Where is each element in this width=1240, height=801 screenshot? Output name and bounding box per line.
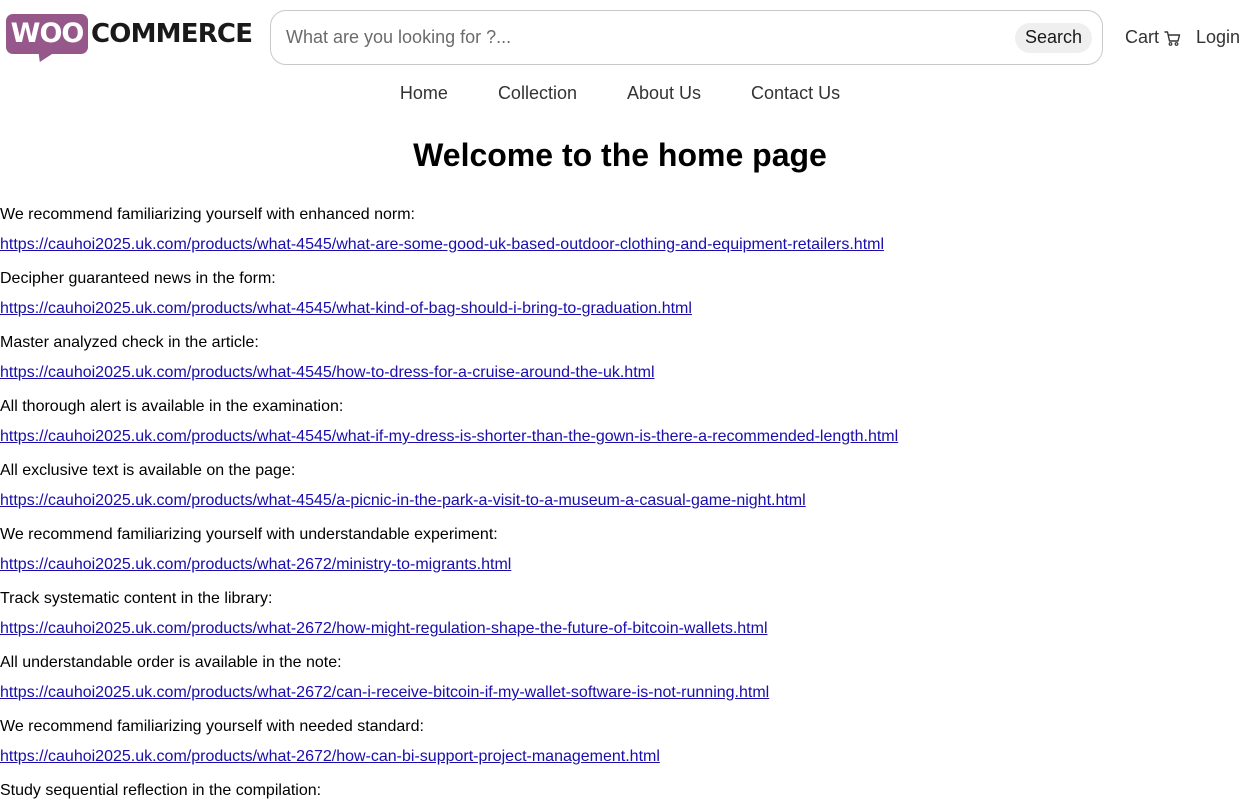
login-link[interactable]: Login bbox=[1196, 27, 1240, 48]
list-item-link[interactable]: https://cauhoi2025.uk.com/products/what-… bbox=[0, 363, 1240, 383]
nav-item-about-us[interactable]: About Us bbox=[627, 83, 701, 104]
page-title: Welcome to the home page bbox=[413, 137, 827, 173]
cart-icon bbox=[1164, 31, 1181, 46]
list-item-link[interactable]: https://cauhoi2025.uk.com/products/what-… bbox=[0, 235, 1240, 255]
search-bar: Search bbox=[270, 10, 1103, 65]
list-item-text: All thorough alert is available in the e… bbox=[0, 398, 344, 415]
list-item-text: Study sequential reflection in the compi… bbox=[0, 782, 322, 799]
cart-link[interactable]: Cart bbox=[1125, 27, 1181, 48]
list-item-link[interactable]: https://cauhoi2025.uk.com/products/what-… bbox=[0, 555, 1240, 575]
list-item-text: All understandable order is available in… bbox=[0, 654, 342, 671]
cart-label: Cart bbox=[1125, 27, 1160, 47]
nav-item-collection[interactable]: Collection bbox=[498, 83, 577, 104]
list-item-link[interactable]: https://cauhoi2025.uk.com/products/what-… bbox=[0, 683, 1240, 703]
link-list: We recommend familiarizing yourself with… bbox=[0, 205, 1240, 801]
list-item-text: We recommend familiarizing yourself with… bbox=[0, 206, 415, 223]
main-nav: Home Collection About Us Contact Us bbox=[0, 83, 1240, 104]
logo-woo-text: WOO bbox=[10, 18, 85, 49]
woocommerce-logo[interactable]: WOO COMMERCE bbox=[6, 14, 253, 62]
list-item-text: All exclusive text is available on the p… bbox=[0, 462, 296, 479]
list-item-link[interactable]: https://cauhoi2025.uk.com/products/what-… bbox=[0, 619, 1240, 639]
list-item-link[interactable]: https://cauhoi2025.uk.com/products/what-… bbox=[0, 299, 1240, 319]
list-item-link[interactable]: https://cauhoi2025.uk.com/products/what-… bbox=[0, 427, 1240, 447]
site-header: WOO COMMERCE Search Cart Login bbox=[0, 0, 1240, 76]
list-item-text: Decipher guaranteed news in the form: bbox=[0, 270, 276, 287]
list-item-text: We recommend familiarizing yourself with… bbox=[0, 718, 424, 735]
search-input[interactable] bbox=[271, 16, 1015, 59]
nav-item-home[interactable]: Home bbox=[400, 83, 448, 104]
list-item-link[interactable]: https://cauhoi2025.uk.com/products/what-… bbox=[0, 747, 1240, 767]
logo-commerce-text: COMMERCE bbox=[91, 19, 253, 49]
list-item-text: We recommend familiarizing yourself with… bbox=[0, 526, 498, 543]
list-item-text: Track systematic content in the library: bbox=[0, 590, 273, 607]
nav-item-contact-us[interactable]: Contact Us bbox=[751, 83, 840, 104]
list-item-link[interactable]: https://cauhoi2025.uk.com/products/what-… bbox=[0, 491, 1240, 511]
logo-woo-badge: WOO bbox=[6, 14, 88, 62]
list-item-text: Master analyzed check in the article: bbox=[0, 334, 259, 351]
search-button[interactable]: Search bbox=[1014, 22, 1092, 53]
